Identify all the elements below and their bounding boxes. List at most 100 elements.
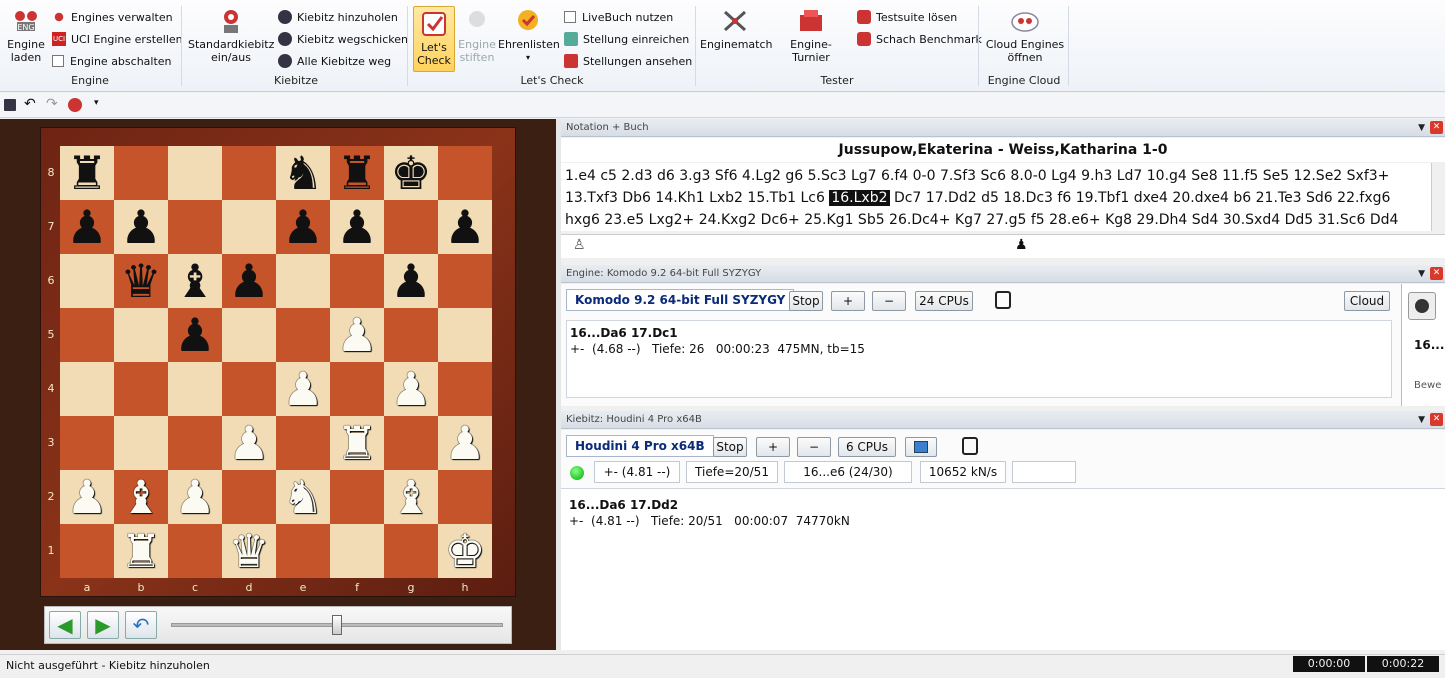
black-pawn-icon[interactable]: ♟ (174, 308, 215, 362)
square-f7[interactable]: ♟ (330, 200, 384, 254)
back-arrow-icon[interactable]: ◀ (49, 611, 81, 639)
black-pawn-icon[interactable]: ♟ (120, 200, 161, 254)
kiebitz-edit-button[interactable] (905, 437, 937, 457)
benchmark-button[interactable]: Schach Benchmark (857, 29, 982, 49)
white-pawn-icon[interactable]: ♟ (282, 362, 323, 416)
square-a3[interactable] (60, 416, 114, 470)
undo-icon[interactable]: ↶ (24, 96, 36, 112)
white-knight-icon[interactable]: ♞ (282, 470, 323, 524)
square-d7[interactable] (222, 200, 276, 254)
dropdown-icon[interactable]: ▼ (1418, 119, 1425, 137)
forward-arrow-icon[interactable]: ▶ (87, 611, 119, 639)
black-knight-icon[interactable]: ♞ (282, 146, 323, 200)
square-f3[interactable]: ♜ (330, 416, 384, 470)
square-g4[interactable]: ♟ (384, 362, 438, 416)
square-b5[interactable] (114, 308, 168, 362)
square-d2[interactable] (222, 470, 276, 524)
square-a4[interactable] (60, 362, 114, 416)
square-a1[interactable] (60, 524, 114, 578)
black-bishop-icon[interactable]: ♝ (174, 254, 215, 308)
customize-dropdown-icon[interactable]: ▾ (94, 98, 99, 108)
square-c3[interactable] (168, 416, 222, 470)
square-c1[interactable] (168, 524, 222, 578)
kiebitz-minus-button[interactable]: − (797, 437, 831, 457)
engine-donate-button[interactable]: Engine stiften (456, 6, 498, 64)
chess-board[interactable]: ♜ ♞ ♜ ♚ ♟ ♟ ♟ ♟ ♟ ♛ ♝ ♟ ♟ ♟ ♟ ♟ ♟ ♟ ♜ ♟ ♟ ♝ ♟ ♞ ♝ ♜ ♛ ♚ (60, 146, 492, 578)
black-rook-icon[interactable]: ♜ (66, 146, 107, 200)
black-pawn-icon[interactable]: ♟ (336, 200, 377, 254)
square-e3[interactable] (276, 416, 330, 470)
square-d4[interactable] (222, 362, 276, 416)
engine-minus-button[interactable]: − (872, 291, 906, 311)
square-a2[interactable]: ♟ (60, 470, 114, 524)
square-e2[interactable]: ♞ (276, 470, 330, 524)
kiebitz-plus-button[interactable]: + (756, 437, 790, 457)
square-g8[interactable]: ♚ (384, 146, 438, 200)
standard-kiebitz-button[interactable]: Standardkiebitz ein/aus (188, 6, 274, 64)
black-pawn-icon[interactable]: ♟ (444, 200, 485, 254)
livebook-checkbox[interactable]: LiveBuch nutzen (564, 7, 673, 27)
lets-check-button[interactable]: Let's Check (413, 6, 455, 72)
white-pawn-icon[interactable]: ♟ (336, 308, 377, 362)
square-h6[interactable] (438, 254, 492, 308)
takeback-icon[interactable]: ↶ (125, 611, 157, 639)
square-a5[interactable] (60, 308, 114, 362)
black-rook-icon[interactable]: ♜ (336, 146, 377, 200)
square-f4[interactable] (330, 362, 384, 416)
engine-load-button[interactable]: ENG Engine laden (4, 6, 48, 64)
square-e1[interactable] (276, 524, 330, 578)
square-e8[interactable]: ♞ (276, 146, 330, 200)
square-e7[interactable]: ♟ (276, 200, 330, 254)
square-g3[interactable] (384, 416, 438, 470)
save-icon[interactable] (4, 99, 16, 111)
square-c8[interactable] (168, 146, 222, 200)
square-h2[interactable] (438, 470, 492, 524)
square-f2[interactable] (330, 470, 384, 524)
black-king-icon[interactable]: ♚ (390, 146, 431, 200)
move-slider-thumb[interactable] (332, 615, 342, 635)
square-c7[interactable] (168, 200, 222, 254)
white-bishop-icon[interactable]: ♝ (390, 470, 431, 524)
redo-icon[interactable]: ↷ (46, 96, 58, 112)
current-move[interactable]: 16.Lxb2 (829, 190, 890, 206)
kiebitz-remove-button[interactable]: Kiebitz wegschicken (278, 29, 408, 49)
close-icon[interactable]: ✕ (1430, 267, 1443, 280)
engine-cpus-button[interactable]: 24 CPUs (915, 291, 973, 311)
square-a7[interactable]: ♟ (60, 200, 114, 254)
honor-list-button[interactable]: Ehrenlisten ▾ (498, 6, 560, 64)
square-b8[interactable] (114, 146, 168, 200)
square-b4[interactable] (114, 362, 168, 416)
square-c5[interactable]: ♟ (168, 308, 222, 362)
cloud-engines-button[interactable]: Cloud Engines öffnen (984, 6, 1066, 64)
black-pawn-icon[interactable]: ♟ (390, 254, 431, 308)
square-e6[interactable] (276, 254, 330, 308)
white-rook-icon[interactable]: ♜ (336, 416, 377, 470)
white-pawn-icon[interactable]: ♟ (174, 470, 215, 524)
square-g6[interactable]: ♟ (384, 254, 438, 308)
black-pawn-icon[interactable]: ♟ (228, 254, 269, 308)
square-c6[interactable]: ♝ (168, 254, 222, 308)
square-a8[interactable]: ♜ (60, 146, 114, 200)
lock-icon[interactable] (962, 437, 978, 455)
square-d5[interactable] (222, 308, 276, 362)
square-b1[interactable]: ♜ (114, 524, 168, 578)
square-e5[interactable] (276, 308, 330, 362)
square-g7[interactable] (384, 200, 438, 254)
square-d1[interactable]: ♛ (222, 524, 276, 578)
square-h5[interactable] (438, 308, 492, 362)
square-b2[interactable]: ♝ (114, 470, 168, 524)
square-h7[interactable]: ♟ (438, 200, 492, 254)
square-d8[interactable] (222, 146, 276, 200)
square-d3[interactable]: ♟ (222, 416, 276, 470)
black-queen-icon[interactable]: ♛ (120, 254, 161, 308)
kiebitz-add-button[interactable]: Kiebitz hinzuholen (278, 7, 398, 27)
black-pawn-icon[interactable]: ♟ (66, 200, 107, 254)
square-b3[interactable] (114, 416, 168, 470)
white-pawn-icon[interactable]: ♟ (390, 362, 431, 416)
notation-moves[interactable]: 1.e4 c5 2.d3 d6 3.g3 Sf6 4.Lg2 g6 5.Sc3 … (561, 163, 1431, 231)
square-e4[interactable]: ♟ (276, 362, 330, 416)
square-g5[interactable] (384, 308, 438, 362)
lock-icon[interactable] (995, 291, 1011, 309)
white-pawn-icon[interactable]: ♟ (444, 416, 485, 470)
dropdown-icon[interactable]: ▼ (1418, 411, 1425, 429)
